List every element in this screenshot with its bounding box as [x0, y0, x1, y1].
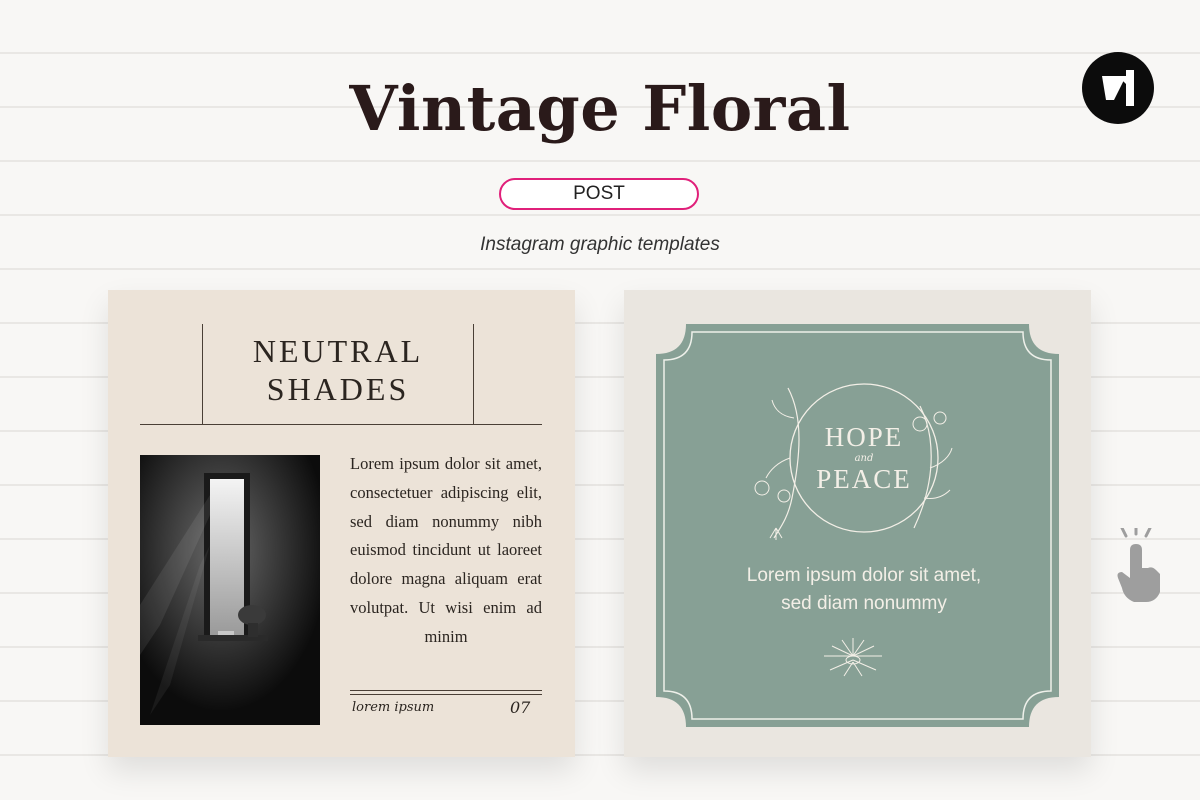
page-title: Vintage Floral [349, 72, 851, 145]
post-badge: POST [499, 178, 699, 210]
divider-horizontal [140, 424, 542, 425]
heading-line-2: SHADES [266, 371, 410, 407]
card-heading: NEUTRAL SHADES [203, 332, 473, 408]
hope-peace-card: HOPE and PEACE Lorem ipsum dolor sit ame… [624, 290, 1091, 757]
message-line-2: sed diam nonummy [781, 593, 947, 614]
subtitle: Instagram graphic templates [480, 234, 720, 255]
brand-logo-icon [1082, 52, 1154, 124]
heading-line-1: NEUTRAL [252, 333, 424, 369]
hope-text: HOPE [824, 422, 904, 452]
neutral-shades-card: NEUTRAL SHADES Lorem ipsum dolor sit ame… [108, 290, 575, 757]
footer-rule-2 [350, 694, 542, 695]
window-photo [140, 455, 320, 725]
card-body-text: Lorem ipsum dolor sit amet, consectetuer… [350, 454, 542, 646]
daisy-flower-icon [824, 638, 882, 677]
footer-rule-1 [350, 690, 542, 691]
divider-vertical-right [473, 324, 474, 425]
page-number: 07 [510, 698, 531, 717]
and-text: and [854, 453, 874, 464]
tap-hand-icon [1117, 528, 1160, 602]
peace-text: PEACE [816, 464, 912, 494]
message-line-1: Lorem ipsum dolor sit amet, [746, 565, 982, 586]
card-message: Lorem ipsum dolor sit amet, sed diam non… [714, 562, 1014, 618]
footer-caption: lorem ipsum [352, 700, 435, 715]
